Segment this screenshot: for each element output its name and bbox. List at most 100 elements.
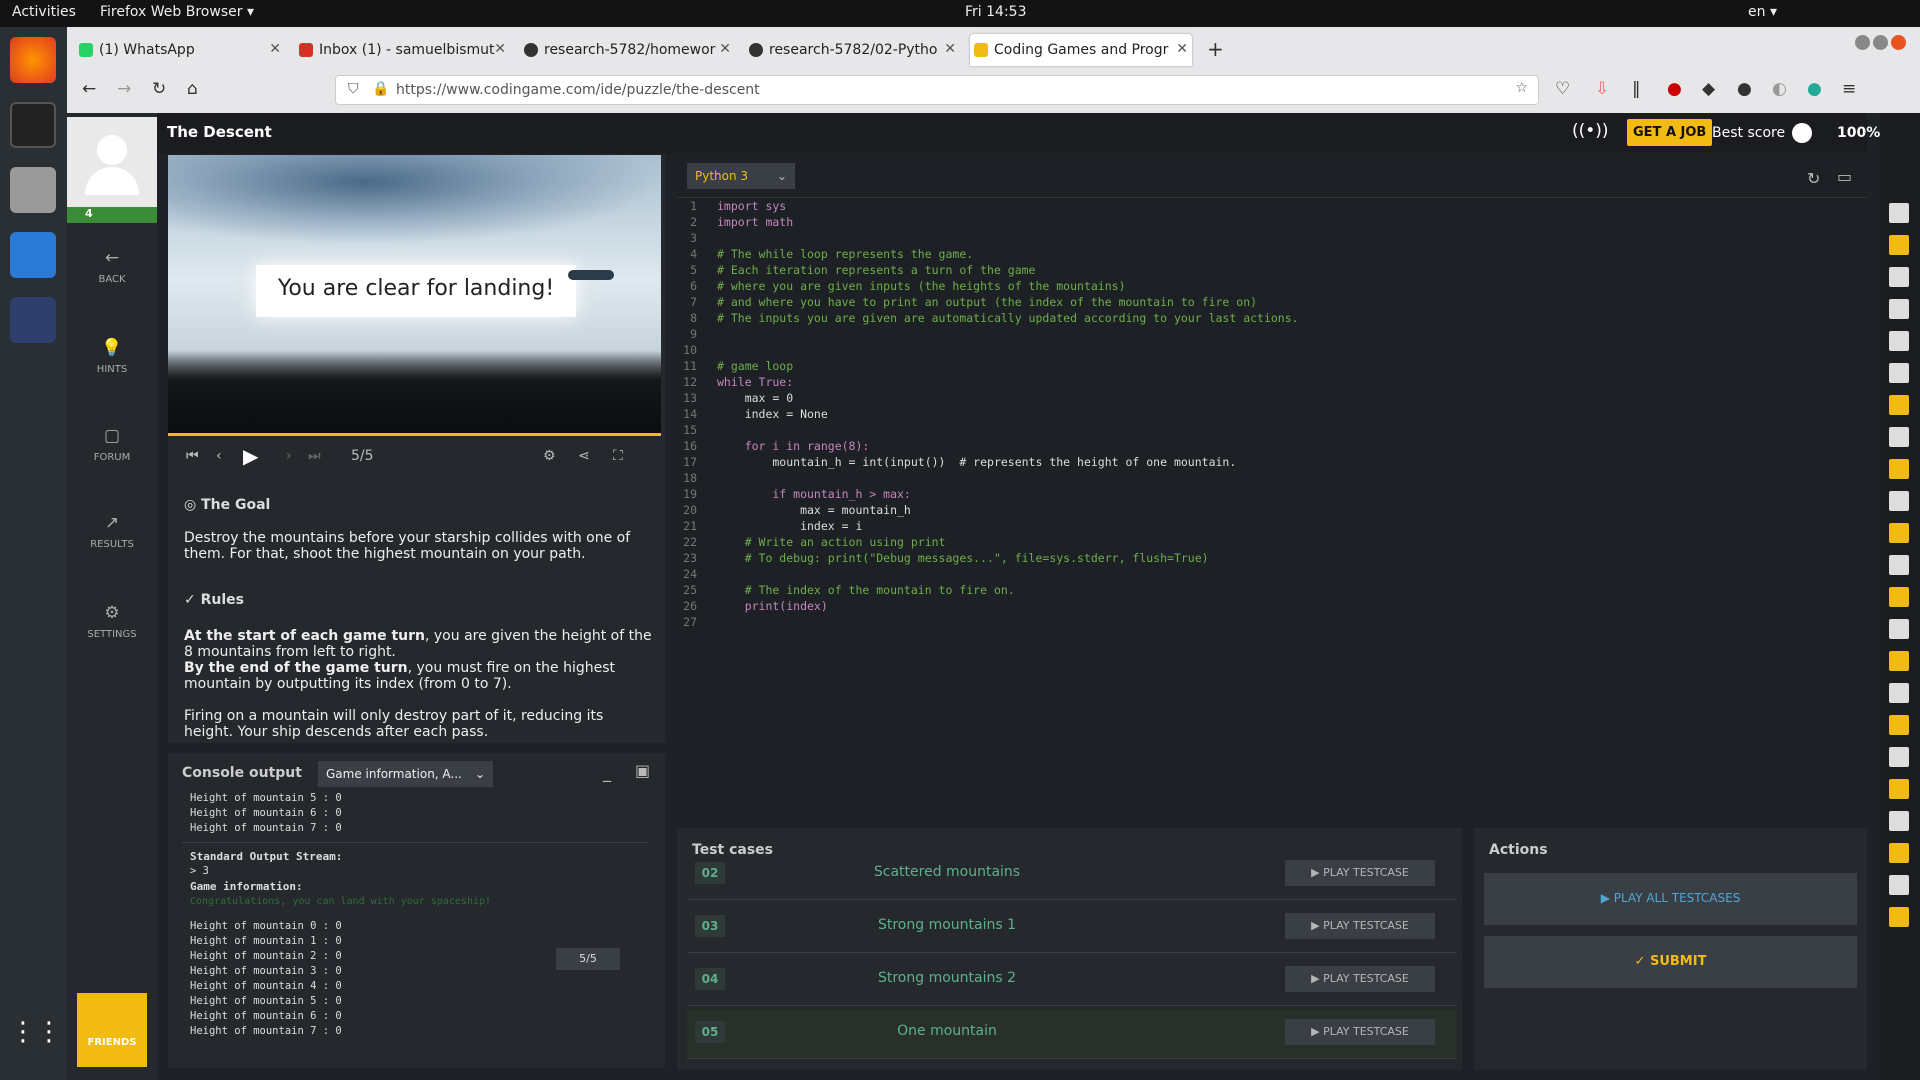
tab-whatsapp[interactable]: (1) WhatsApp ✕ bbox=[75, 34, 285, 66]
code-line[interactable]: 13 max = 0 bbox=[677, 390, 1857, 406]
avatar[interactable] bbox=[1889, 683, 1909, 703]
tab-gmail[interactable]: Inbox (1) - samuelbismut ✕ bbox=[295, 34, 510, 66]
avatar[interactable] bbox=[1889, 619, 1909, 639]
avatar[interactable] bbox=[1889, 907, 1909, 927]
code-line[interactable]: 25 # The index of the mountain to fire o… bbox=[677, 582, 1857, 598]
avatar[interactable] bbox=[1889, 715, 1909, 735]
tab-github-homework[interactable]: research-5782/homewor ✕ bbox=[520, 34, 735, 66]
file-manager-icon[interactable] bbox=[10, 167, 56, 213]
rewind-icon[interactable]: ⏮ bbox=[186, 448, 199, 464]
avatar[interactable] bbox=[1889, 427, 1909, 447]
avatar[interactable] bbox=[1889, 331, 1909, 351]
back-icon[interactable]: ← bbox=[82, 79, 96, 99]
code-line[interactable]: 26 print(index) bbox=[677, 598, 1857, 614]
code-line[interactable]: 18 bbox=[677, 470, 1857, 486]
code-line[interactable]: 7 # and where you have to print an output… bbox=[677, 294, 1857, 310]
code-line[interactable]: 8 # The inputs you are given are automati… bbox=[677, 310, 1857, 326]
avatar[interactable] bbox=[1889, 811, 1909, 831]
test-case-row[interactable]: 04 Strong mountains 2 ▶ PLAY TESTCASE bbox=[687, 956, 1457, 1006]
extension-icon[interactable]: ◆ bbox=[1702, 79, 1715, 99]
play-testcase-button[interactable]: ▶ PLAY TESTCASE bbox=[1285, 860, 1435, 886]
avatar[interactable] bbox=[1889, 587, 1909, 607]
maximize-icon[interactable] bbox=[1873, 35, 1888, 50]
tab-github-python[interactable]: research-5782/02-Pytho ✕ bbox=[745, 34, 960, 66]
language-select[interactable]: Python 3 ⌄ bbox=[687, 163, 795, 189]
play-testcase-button[interactable]: ▶ PLAY TESTCASE bbox=[1285, 1019, 1435, 1045]
avatar[interactable] bbox=[1889, 651, 1909, 671]
avatar[interactable] bbox=[67, 117, 157, 207]
avatar[interactable] bbox=[1889, 267, 1909, 287]
tex-icon[interactable] bbox=[10, 297, 56, 343]
code-line[interactable]: 9 bbox=[677, 326, 1857, 342]
avatar[interactable] bbox=[1889, 363, 1909, 383]
extension-icon[interactable]: ◐ bbox=[1772, 79, 1787, 99]
new-tab-icon[interactable]: + bbox=[1207, 37, 1224, 61]
code-line[interactable]: 4 # The while loop represents the game. bbox=[677, 246, 1857, 262]
maximize-icon[interactable]: ▭ bbox=[1837, 167, 1852, 186]
code-line[interactable]: 22 # Write an action using print bbox=[677, 534, 1857, 550]
avatar[interactable] bbox=[1889, 491, 1909, 511]
avatar[interactable] bbox=[1889, 779, 1909, 799]
avatar[interactable] bbox=[1889, 747, 1909, 767]
close-icon[interactable]: ✕ bbox=[1176, 41, 1188, 57]
code-editor[interactable]: Python 3 ⌄ ↻ ▭ 1 import sys 2 import math 3 4 #… bbox=[677, 155, 1867, 818]
submit-button[interactable]: ✓ SUBMIT bbox=[1484, 936, 1857, 988]
replay-progress[interactable] bbox=[168, 433, 661, 436]
avatar[interactable] bbox=[1889, 555, 1909, 575]
code-line[interactable]: 11 # game loop bbox=[677, 358, 1857, 374]
code-line[interactable]: 2 import math bbox=[677, 214, 1857, 230]
code-line[interactable]: 21 index = i bbox=[677, 518, 1857, 534]
code-line[interactable]: 16 for i in range(8): bbox=[677, 438, 1857, 454]
forward-icon[interactable]: → bbox=[117, 79, 131, 99]
avatar[interactable] bbox=[1889, 235, 1909, 255]
minimize-icon[interactable]: _ bbox=[603, 763, 611, 782]
sidebar-item-back[interactable]: ← BACK bbox=[67, 248, 157, 285]
test-case-row[interactable]: 05 One mountain ▶ PLAY TESTCASE bbox=[687, 1009, 1457, 1059]
downloads-icon[interactable]: ⇩ bbox=[1595, 79, 1609, 99]
code-line[interactable]: 6 # where you are given inputs (the heigh… bbox=[677, 278, 1857, 294]
vscode-icon[interactable] bbox=[10, 232, 56, 278]
firefox-icon[interactable] bbox=[10, 37, 56, 83]
close-icon[interactable]: ✕ bbox=[719, 41, 731, 57]
play-all-testcases-button[interactable]: ▶ PLAY ALL TESTCASES bbox=[1484, 873, 1857, 925]
code-line[interactable]: 12 while True: bbox=[677, 374, 1857, 390]
activities-button[interactable]: Activities bbox=[12, 4, 76, 20]
friends-button[interactable]: FRIENDS bbox=[77, 993, 147, 1067]
code-line[interactable]: 14 index = None bbox=[677, 406, 1857, 422]
tab-codingame[interactable]: Coding Games and Progr ✕ bbox=[970, 34, 1192, 66]
avatar[interactable] bbox=[1889, 203, 1909, 223]
home-icon[interactable]: ⌂ bbox=[187, 79, 198, 99]
fast-forward-icon[interactable]: ⏭ bbox=[308, 448, 321, 464]
app-menu[interactable]: Firefox Web Browser ▾ bbox=[100, 4, 254, 20]
sidebar-item-forum[interactable]: ▢ FORUM bbox=[67, 426, 157, 463]
step-forward-icon[interactable]: › bbox=[286, 448, 292, 464]
fullscreen-icon[interactable]: ⛶ bbox=[613, 448, 623, 464]
bookmark-star-icon[interactable]: ☆ bbox=[1515, 80, 1528, 96]
broadcast-icon[interactable]: ((•)) bbox=[1572, 121, 1609, 141]
menu-icon[interactable]: ≡ bbox=[1842, 79, 1856, 99]
test-case-row[interactable]: 02 Scattered mountains ▶ PLAY TESTCASE bbox=[687, 850, 1457, 900]
play-testcase-button[interactable]: ▶ PLAY TESTCASE bbox=[1285, 966, 1435, 992]
gear-icon[interactable]: ⚙ bbox=[543, 448, 556, 464]
avatar[interactable] bbox=[1889, 875, 1909, 895]
play-icon[interactable]: ▶ bbox=[243, 444, 258, 468]
code-line[interactable]: 15 bbox=[677, 422, 1857, 438]
reload-icon[interactable]: ↻ bbox=[152, 79, 166, 99]
avatar[interactable] bbox=[1889, 459, 1909, 479]
code-line[interactable]: 3 bbox=[677, 230, 1857, 246]
avatar[interactable] bbox=[1889, 395, 1909, 415]
sidebar-item-hints[interactable]: 💡 HINTS bbox=[67, 338, 157, 375]
code-line[interactable]: 20 max = mountain_h bbox=[677, 502, 1857, 518]
code-line[interactable]: 23 # To debug: print("Debug messages..."… bbox=[677, 550, 1857, 566]
app-grid-icon[interactable]: ⋮⋮ bbox=[10, 1017, 62, 1063]
minimize-icon[interactable] bbox=[1855, 35, 1870, 50]
code-line[interactable]: 5 # Each iteration represents a turn of t… bbox=[677, 262, 1857, 278]
url-bar[interactable]: ⛉ 🔒 https://www.codingame.com/ide/puzzle… bbox=[335, 75, 1539, 105]
code-area[interactable]: 1 import sys 2 import math 3 4 # The while loo… bbox=[677, 198, 1857, 630]
share-icon[interactable]: ⋖ bbox=[578, 448, 590, 464]
terminal-icon[interactable] bbox=[10, 102, 56, 148]
extension-icon[interactable]: ● bbox=[1737, 79, 1752, 99]
avatar[interactable] bbox=[1889, 523, 1909, 543]
shield-icon[interactable]: ⛉ bbox=[348, 81, 359, 97]
play-testcase-button[interactable]: ▶ PLAY TESTCASE bbox=[1285, 913, 1435, 939]
